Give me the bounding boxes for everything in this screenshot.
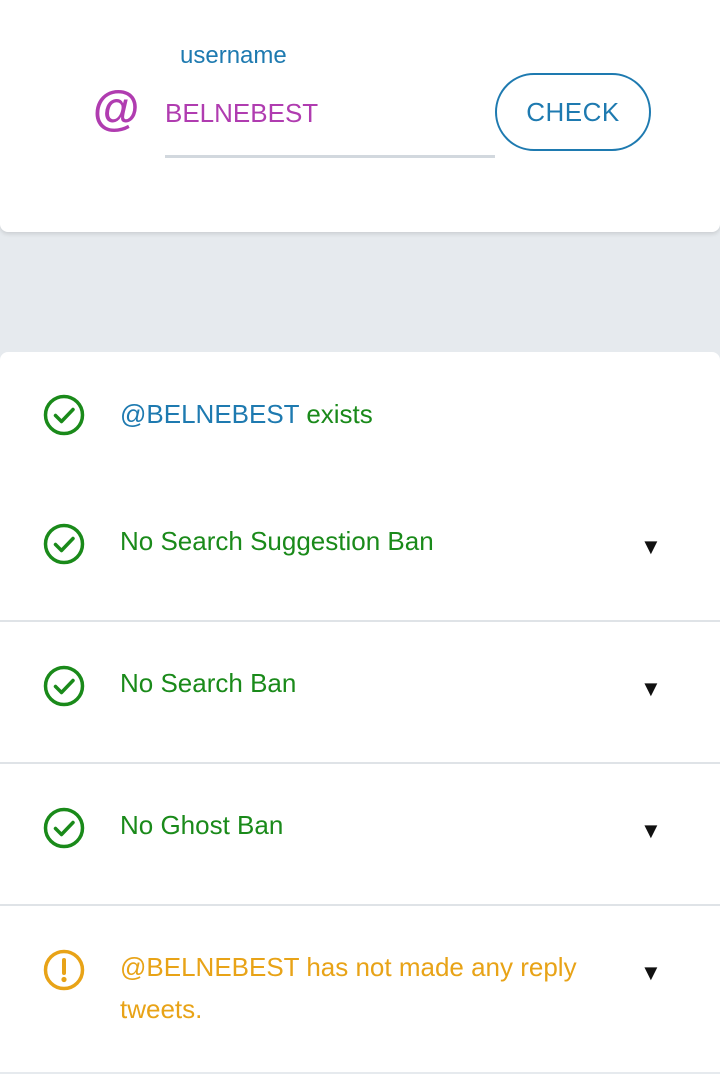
username-label: username (180, 42, 287, 69)
check-circle-icon (43, 523, 85, 565)
result-text-exists: @BELNEBEST exists (120, 393, 373, 435)
exists-suffix: exists (299, 399, 373, 429)
triangle-down-icon[interactable]: ▼ (640, 534, 662, 560)
username-handle: @BELNEBEST (120, 952, 300, 982)
exclamation-circle-icon (43, 949, 85, 991)
result-row-reply-tweets[interactable]: @BELNEBEST has not made any reply tweets… (0, 906, 720, 1072)
result-text: No Ghost Ban (120, 810, 284, 840)
result-row-ghost-ban[interactable]: No Ghost Ban ▼ (0, 764, 720, 906)
results-card: @BELNEBEST exists No Search Suggestion B… (0, 352, 720, 1072)
check-circle-icon (43, 807, 85, 849)
result-row-exists: @BELNEBEST exists (0, 352, 720, 478)
triangle-down-icon[interactable]: ▼ (640, 676, 662, 702)
result-text: No Search Suggestion Ban (120, 526, 434, 556)
result-text-reply-tweets: @BELNEBEST has not made any reply tweets… (120, 946, 620, 1030)
username-input[interactable] (165, 90, 495, 158)
search-card: username @ CHECK (0, 0, 720, 232)
triangle-down-icon[interactable]: ▼ (640, 960, 662, 986)
check-circle-icon (43, 394, 85, 436)
result-row-search-suggestion-ban[interactable]: No Search Suggestion Ban ▼ (0, 478, 720, 622)
at-icon: @ (92, 83, 139, 136)
check-circle-icon (43, 665, 85, 707)
result-text: No Search Ban (120, 668, 297, 698)
result-row-search-ban[interactable]: No Search Ban ▼ (0, 622, 720, 764)
username-handle: @BELNEBEST (120, 399, 300, 429)
check-button[interactable]: CHECK (495, 73, 651, 151)
triangle-down-icon[interactable]: ▼ (640, 818, 662, 844)
